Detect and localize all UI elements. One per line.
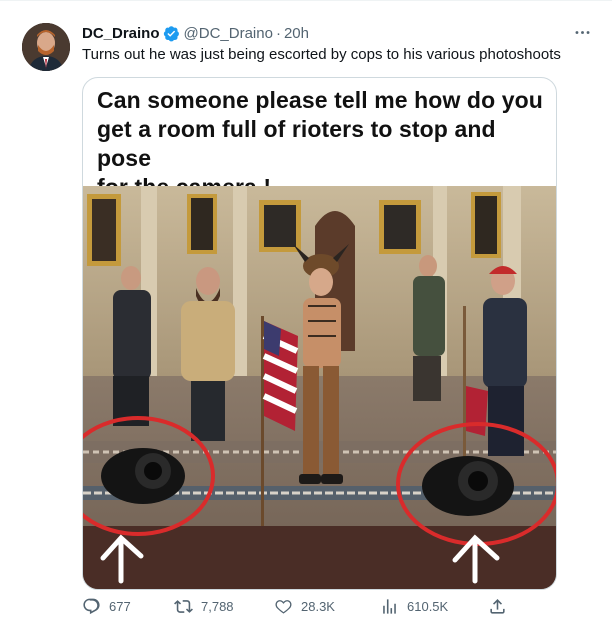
caption-line: get a room full of rioters to stop and p… bbox=[97, 116, 496, 171]
avatar[interactable] bbox=[22, 23, 70, 71]
more-icon[interactable] bbox=[573, 23, 592, 47]
views-count: 610.5K bbox=[407, 599, 449, 614]
tweet-article[interactable]: DC_Draino @DC_Draino · 20h Turns out he … bbox=[0, 0, 612, 636]
tweet-media[interactable]: Can someone please tell me how do you ge… bbox=[82, 77, 557, 590]
retweet-icon bbox=[174, 600, 193, 613]
share-button[interactable] bbox=[488, 597, 515, 616]
avatar-image bbox=[22, 23, 70, 71]
reply-button[interactable]: 677 bbox=[82, 597, 131, 616]
reply-count: 677 bbox=[109, 599, 131, 614]
heart-icon bbox=[275, 600, 292, 614]
caption-line: Can someone please tell me how do you bbox=[97, 87, 543, 113]
retweet-count: 7,788 bbox=[201, 599, 234, 614]
retweet-button[interactable]: 7,788 bbox=[174, 597, 234, 616]
media-photo bbox=[83, 186, 556, 589]
verified-badge-icon bbox=[163, 25, 180, 42]
tweet-actions: 677 7,788 28.3K 610.5K bbox=[82, 597, 512, 621]
media-caption: Can someone please tell me how do you ge… bbox=[97, 86, 545, 202]
header-separator: · bbox=[275, 24, 281, 42]
analytics-icon bbox=[383, 599, 396, 614]
share-icon bbox=[490, 599, 505, 614]
like-button[interactable]: 28.3K bbox=[274, 597, 335, 616]
tweet-timestamp[interactable]: 20h bbox=[284, 25, 309, 42]
tweet-text: Turns out he was just being escorted by … bbox=[82, 46, 561, 63]
author-display-name[interactable]: DC_Draino bbox=[82, 25, 160, 42]
like-count: 28.3K bbox=[301, 599, 335, 614]
author-handle[interactable]: @DC_Draino bbox=[184, 25, 273, 42]
tweet-header: DC_Draino @DC_Draino · 20h bbox=[82, 23, 309, 43]
views-button[interactable]: 610.5K bbox=[380, 597, 448, 616]
reply-icon bbox=[83, 598, 100, 615]
